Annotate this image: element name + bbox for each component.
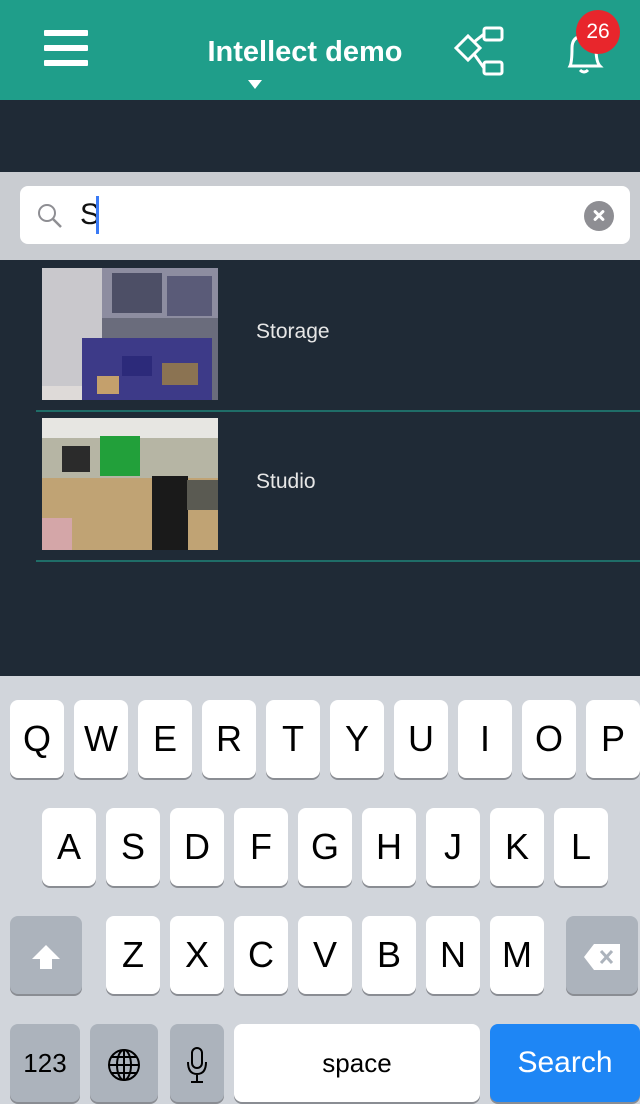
key-r[interactable]: R <box>202 700 256 778</box>
globe-icon <box>108 1049 140 1082</box>
key-n[interactable]: N <box>426 916 480 994</box>
key-c[interactable]: C <box>234 916 288 994</box>
key-z[interactable]: Z <box>106 916 160 994</box>
list-item[interactable]: Studio <box>36 412 640 562</box>
title-dropdown-icon[interactable] <box>248 80 262 89</box>
shift-icon <box>32 945 60 970</box>
search-input[interactable] <box>20 186 630 244</box>
key-q[interactable]: Q <box>10 700 64 778</box>
key-p[interactable]: P <box>586 700 640 778</box>
key-l[interactable]: L <box>554 808 608 886</box>
key-x[interactable]: X <box>170 916 224 994</box>
page-title[interactable]: Intellect demo <box>180 36 430 69</box>
text-cursor <box>96 196 99 234</box>
camera-thumbnail <box>42 418 218 550</box>
key-d[interactable]: D <box>170 808 224 886</box>
list-item[interactable]: Storage <box>36 262 640 412</box>
camera-name: Studio <box>256 470 316 493</box>
space-key[interactable]: space <box>234 1024 480 1102</box>
key-u[interactable]: U <box>394 700 448 778</box>
key-k[interactable]: K <box>490 808 544 886</box>
key-j[interactable]: J <box>426 808 480 886</box>
search-key[interactable]: Search <box>490 1024 640 1102</box>
keyboard: Q W E R T Y U I O P A S D F G H J K L Z … <box>0 676 640 1104</box>
key-b[interactable]: B <box>362 916 416 994</box>
numbers-key[interactable]: 123 <box>10 1024 80 1102</box>
microphone-icon <box>187 1047 207 1084</box>
search-icon <box>38 204 62 228</box>
key-h[interactable]: H <box>362 808 416 886</box>
key-o[interactable]: O <box>522 700 576 778</box>
key-m[interactable]: M <box>490 916 544 994</box>
key-v[interactable]: V <box>298 916 352 994</box>
clear-icon[interactable] <box>584 201 614 231</box>
menu-icon[interactable] <box>44 30 88 68</box>
tree-icon[interactable] <box>452 24 508 80</box>
key-s[interactable]: S <box>106 808 160 886</box>
globe-key[interactable] <box>90 1024 158 1102</box>
backspace-key[interactable] <box>566 916 638 994</box>
notification-badge[interactable]: 26 <box>576 10 620 54</box>
key-i[interactable]: I <box>458 700 512 778</box>
camera-name: Storage <box>256 320 330 343</box>
microphone-key[interactable] <box>170 1024 224 1102</box>
key-a[interactable]: A <box>42 808 96 886</box>
key-f[interactable]: F <box>234 808 288 886</box>
camera-thumbnail <box>42 268 218 400</box>
backspace-icon <box>584 944 620 971</box>
key-w[interactable]: W <box>74 700 128 778</box>
key-g[interactable]: G <box>298 808 352 886</box>
key-y[interactable]: Y <box>330 700 384 778</box>
key-t[interactable]: T <box>266 700 320 778</box>
shift-key[interactable] <box>10 916 82 994</box>
key-e[interactable]: E <box>138 700 192 778</box>
app-header: Intellect demo 26 <box>0 0 640 100</box>
